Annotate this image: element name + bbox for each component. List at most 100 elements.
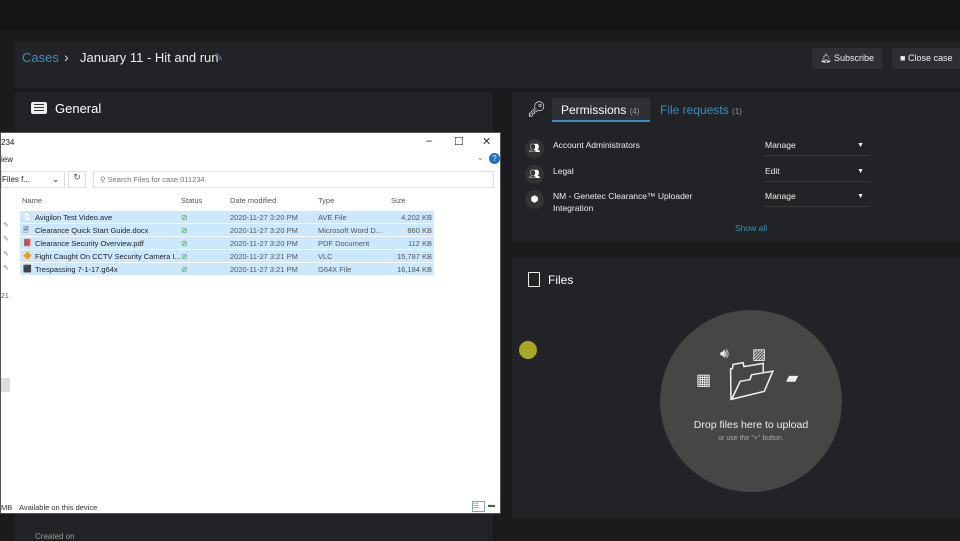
permission-name: Account Administrators xyxy=(553,140,640,150)
pin-icon: ✎ xyxy=(3,222,9,229)
tab-permissions[interactable]: Permissions (4) xyxy=(552,98,650,122)
file-name: Trespassing 7-1-17.g64x xyxy=(35,265,118,274)
chevron-down-icon[interactable]: ⌄ xyxy=(477,153,484,162)
chevron-down-icon: ⌄ xyxy=(52,175,59,184)
synced-check-icon: ⊘ xyxy=(181,213,188,222)
file-row[interactable]: 📄 Avigilon Test Video.ave ⊘ 2020-11-27 3… xyxy=(20,211,434,224)
file-date: 2020-11-27 3:20 PM xyxy=(230,226,298,235)
permission-level-select[interactable]: Edit ▼ xyxy=(765,165,870,182)
show-all-link[interactable]: Show all xyxy=(735,223,767,233)
file-explorer-window: 234 – ☐ ✕ iew ⌄ ? Files f... ⌄ ↻ ⚲ Search… xyxy=(0,132,501,514)
film-icon: ▦ xyxy=(696,372,712,389)
general-title: General xyxy=(55,101,102,116)
address-text: Files f... xyxy=(2,175,31,184)
file-size: 15,787 KB xyxy=(396,252,432,261)
list-icon xyxy=(31,102,47,114)
close-button[interactable]: ✕ xyxy=(482,135,491,148)
help-icon[interactable]: ? xyxy=(489,153,500,164)
permission-level: Edit xyxy=(765,166,780,176)
synced-check-icon: ⊘ xyxy=(181,226,188,235)
close-case-label: Close case xyxy=(907,53,953,63)
group-icon: 👥︎ xyxy=(525,165,544,184)
permission-level: Manage xyxy=(765,191,796,201)
file-row[interactable]: 🗎 Clearance Quick Start Guide.docx ⊘ 202… xyxy=(20,224,434,237)
nav-pane-text: 21 xyxy=(1,293,9,300)
search-input[interactable]: ⚲ Search Files for case 011234 xyxy=(93,171,494,188)
file-type-icon: 📄 xyxy=(23,214,32,221)
file-icon xyxy=(528,272,540,287)
column-header-name[interactable]: Name xyxy=(22,196,42,205)
address-bar[interactable]: Files f... ⌄ xyxy=(1,171,65,188)
view-menu[interactable]: iew xyxy=(1,155,13,164)
drop-sub-text: or use the "+" button. xyxy=(718,435,784,442)
search-icon: ⚲ xyxy=(100,175,106,184)
chevron-right-icon: › xyxy=(64,49,69,65)
refresh-button[interactable]: ↻ xyxy=(68,171,86,188)
file-type-icon: 📕 xyxy=(23,240,32,247)
tab-file-requests[interactable]: File requests (1) xyxy=(660,103,742,117)
top-bar xyxy=(0,0,960,30)
file-type-icon: 🗎 xyxy=(23,227,29,234)
status-size: MB xyxy=(1,503,13,512)
subscribe-button[interactable]: 🔔︎ Subscribe xyxy=(812,48,882,69)
permission-level-select[interactable]: Manage ▼ xyxy=(765,139,870,156)
file-row[interactable]: ⬛ Trespassing 7-1-17.g64x ⊘ 2020-11-27 3… xyxy=(20,263,434,276)
permission-level-select[interactable]: Manage ▼ xyxy=(765,190,870,207)
tab-file-requests-label: File requests xyxy=(660,103,729,117)
column-header-status[interactable]: Status xyxy=(181,196,202,205)
file-name: Avigilon Test Video.ave xyxy=(35,213,113,222)
bell-icon: 🔔︎ xyxy=(820,53,832,63)
drop-main-text: Drop files here to upload xyxy=(693,419,809,431)
drop-zone[interactable]: 🔊︎ ▨ ▦ 📂︎ ▰ Drop files here to upload or… xyxy=(660,310,842,492)
permissions-count: (4) xyxy=(629,107,640,116)
permission-level: Manage xyxy=(765,140,796,150)
window-title: 234 xyxy=(1,138,15,147)
subscribe-label: Subscribe xyxy=(833,53,874,63)
file-type: VLC xyxy=(318,252,333,261)
file-size: 112 KB xyxy=(407,239,432,248)
column-header-date[interactable]: Date modified xyxy=(230,196,276,205)
key-icon: 🔑︎ xyxy=(527,101,547,118)
pin-icon: ✎ xyxy=(3,251,9,258)
file-row[interactable]: 🔶 Fight Caught On CCTV Security Camera I… xyxy=(20,250,434,263)
file-date: 2020-11-27 3:21 PM xyxy=(230,265,298,274)
column-header-size[interactable]: Size xyxy=(391,196,406,205)
details-view-button[interactable]: ☰ xyxy=(472,501,485,512)
case-title: January 11 - Hit and run xyxy=(80,50,219,65)
file-row[interactable]: 📕 Clearance Security Overview.pdf ⊘ 2020… xyxy=(20,237,434,250)
nav-pane-selection[interactable] xyxy=(1,378,10,392)
speaker-icon: 🔊︎ xyxy=(720,345,729,361)
synced-check-icon: ⊘ xyxy=(181,265,188,274)
file-type-icon: 🔶 xyxy=(23,253,32,260)
caret-down-icon: ▼ xyxy=(857,193,864,200)
breadcrumb-cases-link[interactable]: Cases xyxy=(22,50,59,65)
synced-check-icon: ⊘ xyxy=(181,252,188,261)
file-type: G64X File xyxy=(318,265,352,274)
tab-permissions-label: Permissions xyxy=(561,103,627,117)
caret-down-icon: ▼ xyxy=(857,168,864,175)
column-header-type[interactable]: Type xyxy=(318,196,334,205)
file-name: Clearance Quick Start Guide.docx xyxy=(35,226,149,235)
maximize-button[interactable]: ☐ xyxy=(454,135,464,148)
tiles-view-button[interactable]: ▬ xyxy=(488,502,495,509)
file-size: 860 KB xyxy=(407,226,432,235)
file-size: 4,202 KB xyxy=(401,213,432,222)
synced-check-icon: ⊘ xyxy=(181,239,188,248)
edit-pencil-icon[interactable]: ✎ xyxy=(214,51,223,64)
minimize-button[interactable]: – xyxy=(426,135,432,147)
search-placeholder: Search Files for case 011234 xyxy=(107,175,205,184)
file-date: 2020-11-27 3:21 PM xyxy=(230,252,298,261)
file-type: PDF Document xyxy=(318,239,370,248)
document-icon: ▰ xyxy=(786,370,799,387)
cursor-highlight xyxy=(519,341,537,359)
group-icon: 👥︎ xyxy=(525,139,544,158)
file-type: Microsoft Word D... xyxy=(318,226,383,235)
file-size: 16,184 KB xyxy=(396,265,432,274)
files-title: Files xyxy=(548,273,574,287)
close-case-button[interactable]: ■ Close case xyxy=(892,48,960,69)
cube-icon: ⬢ xyxy=(525,190,544,209)
file-name: Fight Caught On CCTV Security Camera I..… xyxy=(35,252,181,261)
file-date: 2020-11-27 3:20 PM xyxy=(230,213,298,222)
pin-icon: ✎ xyxy=(3,236,9,243)
permission-name: NM - Genetec Clearance™ Uploader Integra… xyxy=(553,191,693,213)
